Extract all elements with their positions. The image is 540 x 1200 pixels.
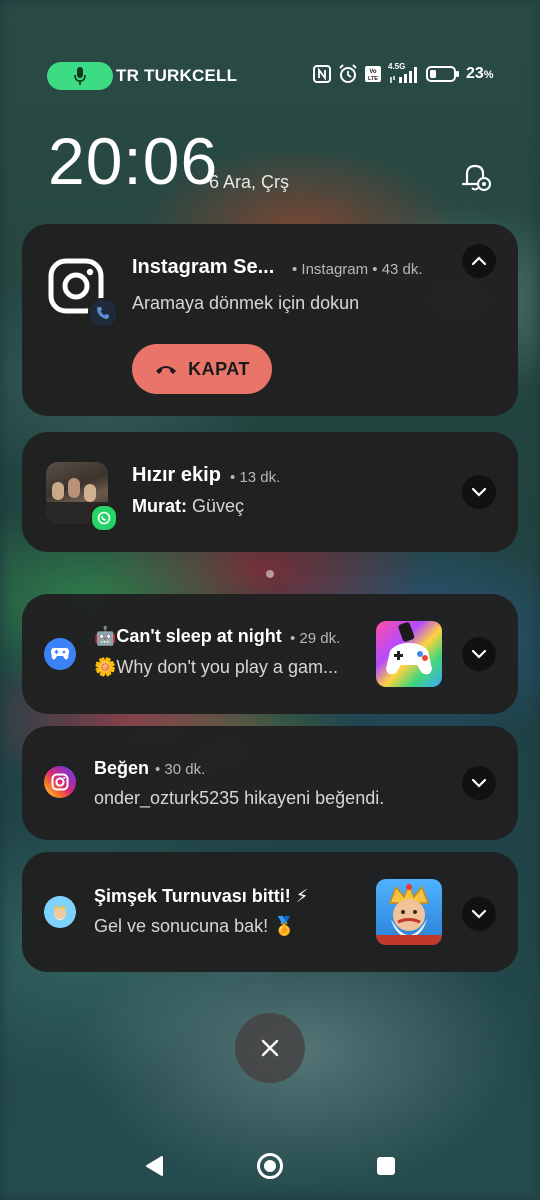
notification-body: onder_ozturk5235 hikayeni beğendi. — [94, 788, 385, 808]
home-button[interactable] — [252, 1148, 288, 1184]
home-circle-icon — [257, 1153, 283, 1179]
battery-value: 23 — [466, 65, 484, 82]
phone-badge-icon — [88, 298, 118, 328]
notification-meta: • 30 dk. — [155, 761, 206, 778]
chevron-up-icon — [471, 256, 487, 266]
hang-up-button[interactable]: KAPAT — [132, 344, 272, 394]
battery-unit: % — [483, 69, 494, 81]
game-thumbnail — [376, 879, 442, 945]
instagram-icon — [44, 766, 76, 798]
chevron-down-icon — [471, 487, 487, 497]
expand-button[interactable] — [462, 897, 496, 931]
recents-square-icon — [377, 1157, 395, 1175]
clock-time: 20:06 — [48, 124, 219, 198]
svg-text:LTE: LTE — [368, 76, 378, 82]
message-sender: Murat: — [132, 496, 187, 516]
mic-active-indicator[interactable] — [47, 62, 113, 90]
signal-group: 4.5G — [388, 62, 420, 84]
status-icons: Vo LTE 4.5G 23% — [312, 62, 494, 84]
back-button[interactable] — [136, 1148, 172, 1184]
back-triangle-icon — [146, 1156, 163, 1176]
chevron-down-icon — [471, 778, 487, 788]
notification-title: Hızır ekip — [132, 464, 221, 486]
mic-icon — [74, 67, 86, 85]
expand-button[interactable] — [462, 475, 496, 509]
notification-title: 🤖Can't sleep at night — [94, 626, 282, 646]
page-indicator-dot — [266, 570, 274, 578]
recents-button[interactable] — [368, 1148, 404, 1184]
clear-all-button[interactable] — [235, 1013, 305, 1083]
battery-icon — [426, 66, 459, 82]
volte-icon: Vo LTE — [365, 66, 381, 82]
notification-title: Instagram Se... — [132, 256, 275, 278]
chevron-down-icon — [471, 649, 487, 659]
chevron-down-icon — [471, 909, 487, 919]
carrier-name: TR TURKCELL — [116, 66, 238, 85]
notification-body: Gel ve sonucuna bak! 🏅 — [94, 916, 296, 936]
notification-settings-icon[interactable] — [458, 160, 494, 194]
navigation-bar — [0, 1140, 540, 1192]
notification-body: 🌼Why don't you play a gam... — [94, 657, 338, 677]
collapse-button[interactable] — [462, 244, 496, 278]
game-thumbnail — [376, 621, 442, 687]
notification-title: Beğen — [94, 758, 150, 778]
expand-button[interactable] — [462, 766, 496, 800]
alarm-icon — [339, 64, 357, 83]
instagram-icon — [48, 258, 118, 328]
notification-instagram-like[interactable]: Beğen • 30 dk. onder_ozturk5235 hikayeni… — [22, 726, 518, 840]
notification-body: Aramaya dönmek için dokun — [132, 293, 360, 313]
whatsapp-badge-icon — [90, 504, 118, 532]
notification-game[interactable]: 🤖Can't sleep at night • 29 dk. 🌼Why don'… — [22, 594, 518, 714]
notification-whatsapp-group[interactable]: Hızır ekip • 13 dk. Murat: Güveç — [22, 432, 518, 552]
hang-up-icon — [156, 366, 177, 374]
clock-date: 6 Ara, Çrş — [209, 172, 290, 192]
notification-title: Şimşek Turnuvası bitti! ⚡ — [94, 886, 309, 906]
hang-up-label: KAPAT — [188, 358, 250, 379]
gamepad-app-icon — [44, 638, 76, 670]
close-icon — [261, 1039, 279, 1057]
message-line: Murat: Güveç — [132, 496, 244, 517]
notification-instagram-call[interactable]: Instagram Se... • Instagram • 43 dk. Ara… — [22, 224, 518, 416]
expand-button[interactable] — [462, 637, 496, 671]
nfc-icon — [313, 65, 331, 83]
svg-text:Vo: Vo — [369, 69, 377, 75]
notification-meta: • Instagram • 43 dk. — [292, 261, 423, 278]
battery-percentage: 23% — [466, 65, 494, 83]
signal-icon — [390, 67, 417, 83]
notification-meta: • 29 dk. — [290, 630, 341, 647]
message-text: Güveç — [192, 496, 245, 516]
notification-tournament[interactable]: Şimşek Turnuvası bitti! ⚡ Gel ve sonucun… — [22, 852, 518, 972]
royal-match-icon — [44, 896, 76, 928]
notification-meta: • 13 dk. — [230, 469, 281, 486]
